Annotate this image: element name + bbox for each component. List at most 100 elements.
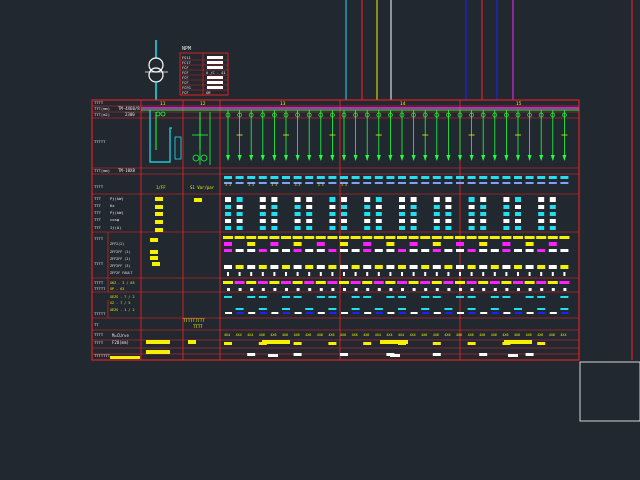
cell-mark <box>377 288 381 291</box>
cell-mark <box>271 219 278 223</box>
cell-mark <box>489 236 500 239</box>
cell-mark <box>515 197 521 202</box>
legend-row-swatch <box>207 76 223 79</box>
cell-mark <box>363 342 372 345</box>
panel-label-note: TTTTTTTTT <box>183 318 205 323</box>
legend-row-swatch <box>207 81 223 84</box>
cell-mark <box>341 312 348 314</box>
cell-mark <box>316 176 325 179</box>
cell-mark <box>398 182 406 184</box>
cell-mark <box>296 272 299 276</box>
cable-code: 4X6 <box>491 333 497 337</box>
cell-mark <box>308 288 312 291</box>
panel-mark <box>150 250 158 254</box>
cell-mark <box>224 176 232 179</box>
row-label: TTTT <box>94 261 104 266</box>
cell-mark <box>515 219 521 223</box>
cell-mark <box>327 281 338 284</box>
cell-mark <box>456 265 464 269</box>
cell-mark <box>559 236 570 239</box>
cell-mark <box>366 288 370 291</box>
cell-mark <box>466 281 477 284</box>
cell-mark <box>482 272 485 276</box>
cell-mark <box>399 212 405 216</box>
cell-mark <box>385 236 396 239</box>
cell-mark <box>283 312 290 314</box>
cell-mark <box>479 265 488 269</box>
panel-mark <box>155 197 163 201</box>
cell-mark <box>421 249 430 252</box>
legend-row-swatch <box>207 56 223 59</box>
cable-code: 4X6 <box>340 333 346 337</box>
cell-mark <box>537 265 546 269</box>
cell-mark <box>363 249 372 252</box>
cell-mark <box>350 236 361 239</box>
cell-mark <box>514 265 522 269</box>
cell-mark <box>351 249 360 252</box>
bottom-value-f20: F20(mm) <box>112 340 129 345</box>
panel-mark <box>268 354 278 357</box>
cell-mark <box>490 265 499 269</box>
cell-mark <box>502 249 511 252</box>
cell-mark <box>387 312 395 314</box>
cell-mark <box>432 353 441 356</box>
cell-mark <box>515 212 521 216</box>
panel-mark <box>146 350 170 354</box>
cell-mark <box>525 249 534 252</box>
cell-mark <box>480 312 488 314</box>
panel-mark <box>155 212 163 216</box>
cable-code: 4X6 <box>294 333 300 337</box>
cell-mark <box>315 281 326 284</box>
circuit-label: 3 3 <box>341 183 347 187</box>
cell-mark <box>364 312 372 314</box>
cell-mark <box>238 288 242 291</box>
row-sublabel: ZFF2F FAULT <box>110 271 132 275</box>
cell-mark <box>443 236 454 239</box>
legend-row-label: FCF <box>182 81 189 85</box>
cell-mark <box>386 265 395 269</box>
cell-mark <box>536 281 547 284</box>
cell-mark <box>459 272 461 276</box>
cell-mark <box>261 288 265 291</box>
cell-mark <box>316 249 325 252</box>
cell-mark <box>455 281 465 284</box>
cell-mark <box>273 272 276 276</box>
cell-mark <box>328 182 337 184</box>
cell-mark <box>467 249 476 252</box>
section-header-label: 12 <box>200 101 206 107</box>
cell-mark <box>273 288 277 291</box>
cell-mark <box>559 281 570 284</box>
cell-mark <box>363 182 372 184</box>
cable-code: 4X6 <box>328 333 334 337</box>
cell-mark <box>363 242 372 246</box>
cell-mark <box>514 249 522 252</box>
cell-mark <box>479 242 488 246</box>
panel-mark <box>150 256 158 260</box>
cell-mark <box>503 205 510 209</box>
cell-mark <box>505 288 509 291</box>
cell-mark <box>285 288 288 291</box>
cell-mark <box>443 281 454 284</box>
cell-mark <box>294 312 302 314</box>
cell-mark <box>223 281 233 284</box>
cell-mark <box>236 197 243 202</box>
cell-mark <box>296 288 300 291</box>
cell-mark <box>456 296 464 298</box>
cell-mark <box>549 197 556 202</box>
cell-mark <box>421 296 430 298</box>
cell-mark <box>282 176 290 179</box>
panel-mark <box>155 205 163 209</box>
cell-mark <box>293 242 302 246</box>
cable-code: 4X4 <box>224 333 230 337</box>
row-value-label: Kx <box>110 203 115 208</box>
cell-mark <box>375 219 382 223</box>
cell-mark <box>363 265 372 269</box>
cell-mark <box>444 265 453 269</box>
cell-mark <box>339 281 349 284</box>
cell-mark <box>340 176 348 179</box>
cell-mark <box>548 265 557 269</box>
cell-mark <box>292 236 303 239</box>
cell-mark <box>281 236 291 239</box>
cell-mark <box>329 212 336 216</box>
cell-mark <box>261 272 264 276</box>
